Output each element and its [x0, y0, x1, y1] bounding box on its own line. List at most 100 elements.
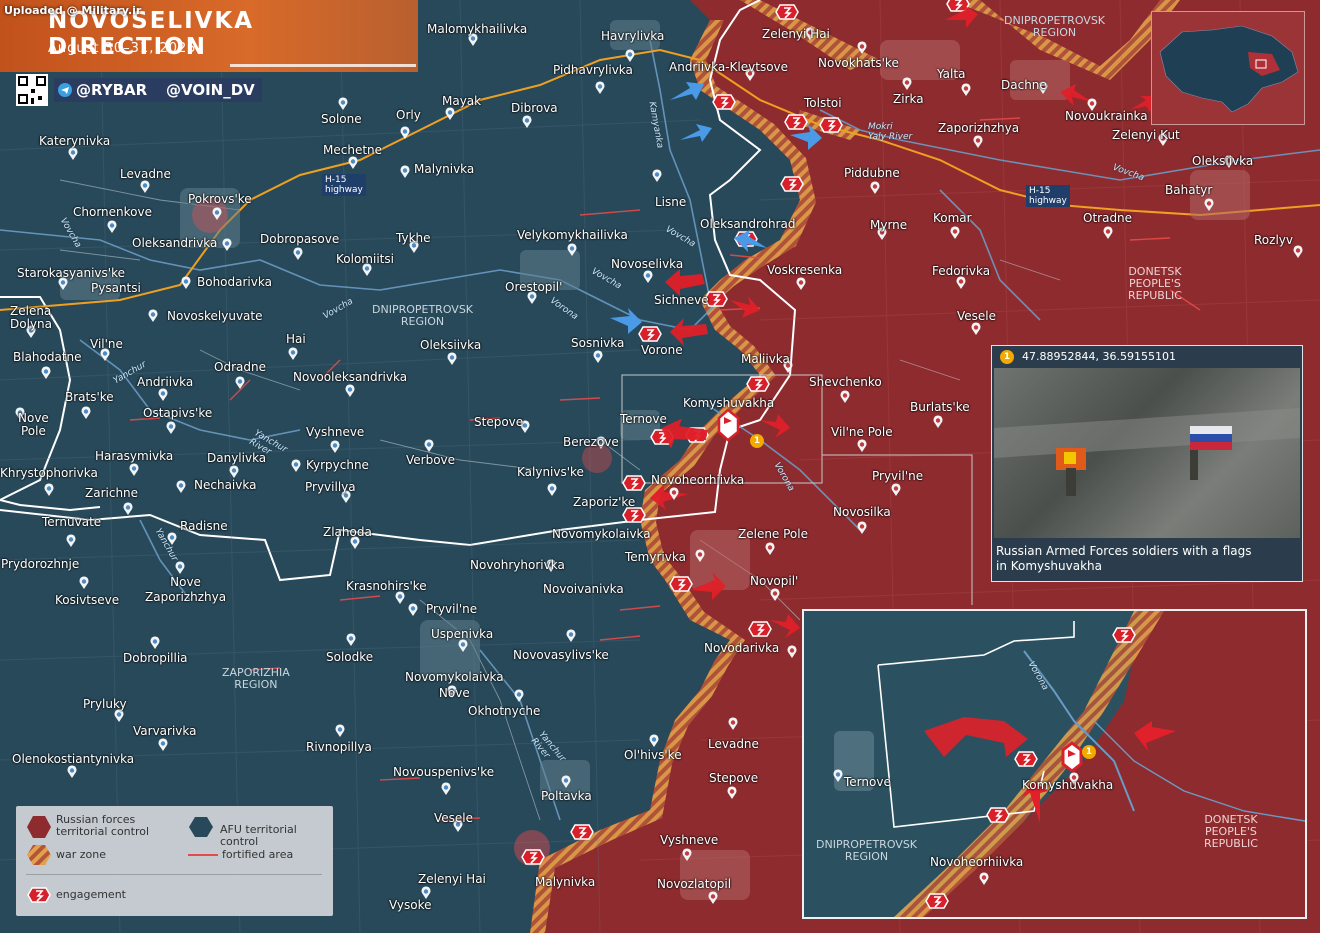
place-label: Burlats'ke [910, 400, 970, 414]
place-label: Levadne [708, 737, 759, 751]
place-label: Yalta [937, 67, 966, 81]
inset-place-ternove: Ternove [844, 775, 891, 789]
place-label: Prydorozhnje [1, 557, 80, 571]
overview-minimap [1151, 11, 1305, 125]
place-label: Velykomykhailivka [517, 228, 628, 242]
place-label: Vyshneve [660, 833, 719, 847]
place-label: Ostapivs'ke [143, 406, 213, 420]
place-label: Andriivka [137, 375, 194, 389]
place-label: Novopil' [750, 574, 799, 588]
place-label: Zlahoda [323, 525, 372, 539]
place-label: Novovasylivs'ke [513, 648, 609, 662]
place-label: Malynivka [535, 875, 596, 889]
map-date: August 30–31, 2025 [48, 41, 197, 56]
region-zaporizhia: ZAPORIZHIA REGION [222, 666, 290, 691]
place-label: Okhotnyche [468, 704, 541, 718]
place-label: Havrylivka [601, 29, 665, 43]
photo-caption-line2: in Komyshuvakha [996, 559, 1102, 573]
place-label: Levadne [120, 167, 171, 181]
place-label: Pryvillya [305, 480, 356, 494]
place-label: Dobropillia [123, 651, 188, 665]
region-dnipropetrovsk: DNIPROPETROVSK REGION [372, 303, 474, 328]
place-label: Myrne [870, 218, 908, 232]
place-label: Vil'ne Pole [831, 425, 893, 439]
photo-panel: 1 47.88952844, 36.59155101 Russian Armed… [991, 345, 1303, 582]
place-label: Novomykolaivka Nove [405, 670, 504, 700]
place-label: Vesele [957, 309, 997, 323]
place-label: Zelena Dolyna [10, 304, 52, 331]
place-label: Vorone [641, 343, 683, 357]
place-label: Harasymivka [95, 449, 174, 463]
place-label: Pryvil'ne [872, 469, 924, 483]
place-label: Zelene Pole [738, 527, 808, 541]
highway-tag-west: H-15 highway [322, 174, 366, 196]
region-donetsk: DONETSK PEOPLE'S REPUBLIC [1128, 265, 1182, 302]
place-label: Otradne [1083, 211, 1133, 225]
place-label: Hai [286, 332, 306, 346]
place-label: Novosilka [833, 505, 891, 519]
place-label: Kosivtseve [55, 593, 120, 607]
place-label: Lisne [655, 195, 687, 209]
place-label: Novouspenivs'ke [393, 765, 495, 779]
engagement-icon [27, 887, 51, 903]
place-label: Sichneve [654, 293, 709, 307]
place-label: Danylivka [207, 451, 267, 465]
place-label: Verbove [406, 453, 456, 467]
place-label: Pryvil'ne [426, 602, 478, 616]
place-label: Katerynivka [39, 134, 111, 148]
telegram-icon [58, 83, 72, 97]
place-label: Temyrivka [625, 550, 686, 564]
russian-control-icon [27, 816, 51, 838]
place-label: Kolomiitsi [336, 252, 394, 266]
fortified-line-icon [188, 854, 218, 856]
place-label: Rivnopillya [306, 740, 372, 754]
place-label: Poltavka [541, 789, 592, 803]
place-label: Starokasyanivs'ke [17, 266, 125, 280]
handle-voin: @VOIN_DV [166, 81, 255, 99]
inset-place-novoheorhiivka: Novoheorhiivka [930, 855, 1024, 869]
place-label: Olenokostiantynivka [12, 752, 135, 766]
place-label: Odradne [214, 360, 266, 374]
place-label: Krasnohirs'ke [346, 579, 427, 593]
place-label: Vysoke [389, 898, 432, 912]
place-label: Khrystophorivka [0, 466, 98, 480]
place-label: Vil'ne [90, 337, 123, 351]
inset-map [804, 611, 1305, 917]
place-label: Kyrpychne [306, 458, 369, 472]
place-label: Fedorivka [932, 264, 991, 278]
place-label: Radisne [180, 519, 228, 533]
place-label: Solone [321, 112, 362, 126]
place-label: Ternove [620, 412, 667, 426]
place-label: Stepove [709, 771, 759, 785]
place-label: Tolstoi [804, 96, 842, 110]
place-label: Bahatyr [1165, 183, 1213, 197]
river-label: Mokri Yaly River [868, 122, 913, 142]
place-label: Dachne [1001, 78, 1047, 92]
photo-marker-badge: 1 [750, 434, 764, 448]
place-label: Novokhats'ke [818, 56, 899, 70]
place-label: Novooleksandrivka [293, 370, 408, 384]
zoom-inset: 1 Ternove Komyshuvakha Novoheorhiivka Vo… [802, 609, 1307, 919]
place-label: Varvarivka [133, 724, 197, 738]
place-label: Stepove [474, 415, 524, 429]
place-label: Zaporizhzhya [938, 121, 1020, 135]
social-handles: @RYBAR @VOIN_DV [54, 78, 262, 102]
place-label: Nove Pole [18, 411, 49, 438]
place-label: Malomykhailivka [427, 22, 528, 36]
place-label: Ternuvate [42, 515, 102, 529]
place-label: Vyshneve [306, 425, 365, 439]
place-label: Andriivka-Klevtsove [669, 60, 789, 74]
place-label: Chornenkove [73, 205, 152, 219]
ukraine-outline-icon [1159, 25, 1299, 113]
place-label: Piddubne [844, 166, 900, 180]
place-label: Tykhe [396, 231, 431, 245]
place-label: Maliivka [741, 352, 790, 366]
place-label: Zelenyi Hai [762, 27, 830, 41]
photo-coordinates: 47.88952844, 36.59155101 [1022, 350, 1176, 363]
place-label: Blahodatne [13, 350, 82, 364]
place-label: Komyshuvakha [683, 396, 775, 410]
place-label: Dobropasove [260, 232, 340, 246]
place-label: Zelenyi Hai [418, 872, 486, 886]
place-label: Novoselivka [611, 257, 684, 271]
place-label: Pidhavrylivka [553, 63, 633, 77]
